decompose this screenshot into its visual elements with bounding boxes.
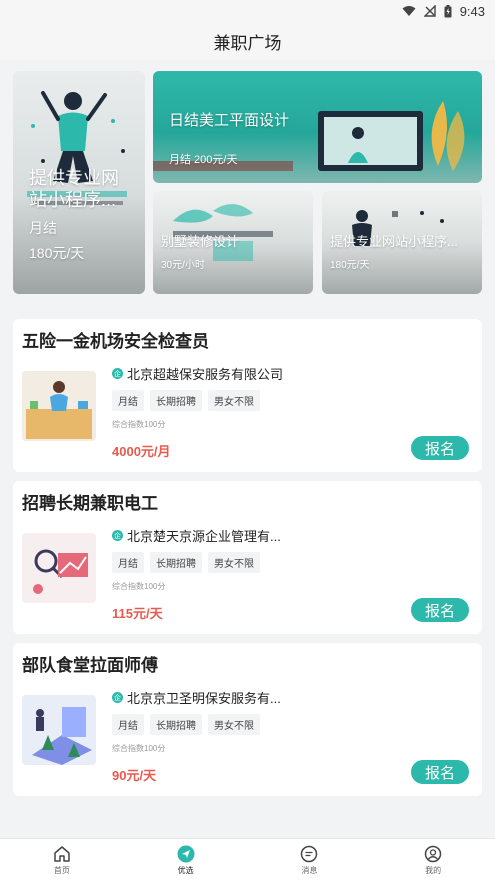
job-card[interactable]: 五险一金机场安全检查员 企 北京超越保安服务有限公司 月结 长期招聘 男女不限 … <box>13 319 482 472</box>
tag-settlement: 月结 <box>112 390 144 411</box>
banner-small-2-sub: 180元/天 <box>330 260 370 271</box>
banner-small-2-title: 提供专业网站小程序... <box>330 234 458 249</box>
tab-messages[interactable]: 消息 <box>248 839 372 880</box>
banner-big-title: 提供专业网站小程序... <box>29 168 119 210</box>
banner-big[interactable]: 提供专业网站小程序... 月结 180元/天 <box>13 71 145 294</box>
tab-preferred-label: 优选 <box>177 866 194 875</box>
job-score: 综合指数100分 <box>112 744 166 753</box>
banner-top-title: 日结美工平面设计 <box>169 112 290 129</box>
message-icon <box>301 845 318 863</box>
tab-profile[interactable]: 我的 <box>371 839 495 880</box>
user-icon <box>424 845 442 863</box>
company-name: 企 北京楚天京源企业管理有... <box>112 526 281 545</box>
banner-small-1-title: 别墅装修设计 <box>161 234 240 249</box>
banner-small-1-sub: 30元/小时 <box>161 260 205 271</box>
battery-icon <box>444 4 452 17</box>
enterprise-badge-icon: 企 <box>112 692 123 703</box>
job-score: 综合指数100分 <box>112 420 166 429</box>
tab-home[interactable]: 首页 <box>0 839 124 880</box>
job-thumbnail <box>22 533 96 603</box>
job-tags: 月结 长期招聘 男女不限 <box>112 714 260 735</box>
apply-button[interactable]: 报名 <box>411 598 469 622</box>
company-label: 北京超越保安服务有限公司 <box>127 367 284 382</box>
bottom-tab-bar: 首页 优选 消息 我的 <box>0 838 495 880</box>
tab-preferred[interactable]: 优选 <box>124 839 248 880</box>
company-label: 北京楚天京源企业管理有... <box>127 529 281 544</box>
job-title: 招聘长期兼职电工 <box>22 494 158 513</box>
job-title: 部队食堂拉面师傅 <box>22 656 158 675</box>
banner-small-2[interactable]: 提供专业网站小程序... 180元/天 <box>322 191 482 294</box>
enterprise-badge-icon: 企 <box>112 368 123 379</box>
tab-messages-label: 消息 <box>301 866 318 875</box>
send-icon <box>177 845 195 863</box>
job-tags: 月结 长期招聘 男女不限 <box>112 552 260 573</box>
banner-big-settlement: 月结 <box>29 220 57 236</box>
tag-duration: 长期招聘 <box>150 552 202 573</box>
tag-gender: 男女不限 <box>208 552 260 573</box>
status-time: 9:43 <box>459 3 485 19</box>
status-bar: 9:43 <box>0 0 495 22</box>
job-salary: 115元/天 <box>112 606 163 621</box>
tab-profile-label: 我的 <box>425 866 442 875</box>
tab-home-label: 首页 <box>53 866 70 875</box>
tag-duration: 长期招聘 <box>150 714 202 735</box>
banner-small-1[interactable]: 别墅装修设计 30元/小时 <box>153 191 313 294</box>
banner-big-salary: 180元/天 <box>29 245 85 261</box>
page-header: 兼职广场 <box>0 22 495 60</box>
banner-top[interactable]: 日结美工平面设计 月结 200元/天 <box>153 71 482 183</box>
job-title: 五险一金机场安全检查员 <box>22 332 209 351</box>
company-name: 企 北京超越保安服务有限公司 <box>112 364 283 383</box>
company-label: 北京京卫圣明保安服务有... <box>127 691 281 706</box>
home-icon <box>54 846 70 862</box>
banner-top-sub: 月结 200元/天 <box>169 154 238 166</box>
job-tags: 月结 长期招聘 男女不限 <box>112 390 260 411</box>
apply-button[interactable]: 报名 <box>411 436 469 460</box>
company-name: 企 北京京卫圣明保安服务有... <box>112 688 281 707</box>
no-sim-icon <box>423 5 436 17</box>
job-card[interactable]: 招聘长期兼职电工 企 北京楚天京源企业管理有... 月结 长期招聘 男女不限 综… <box>13 481 482 634</box>
apply-button[interactable]: 报名 <box>411 760 469 784</box>
job-card[interactable]: 部队食堂拉面师傅 企 北京京卫圣明保安服务有... 月结 长期招聘 男女不限 综… <box>13 643 482 796</box>
page-title: 兼职广场 <box>213 33 282 53</box>
enterprise-badge-icon: 企 <box>112 530 123 541</box>
job-score: 综合指数100分 <box>112 582 166 591</box>
wifi-icon <box>402 6 416 16</box>
tag-settlement: 月结 <box>112 552 144 573</box>
job-thumbnail <box>22 695 96 765</box>
tag-settlement: 月结 <box>112 714 144 735</box>
tag-gender: 男女不限 <box>208 714 260 735</box>
tag-gender: 男女不限 <box>208 390 260 411</box>
job-thumbnail <box>22 371 96 441</box>
job-salary: 90元/天 <box>112 768 157 783</box>
job-salary: 4000元/月 <box>112 444 171 459</box>
tag-duration: 长期招聘 <box>150 390 202 411</box>
